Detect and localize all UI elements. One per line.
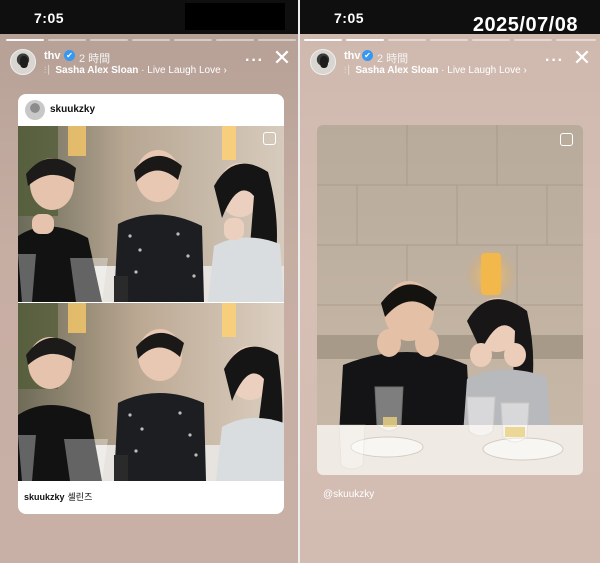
- more-icon[interactable]: ···: [545, 52, 564, 70]
- close-icon[interactable]: ✕: [570, 47, 594, 71]
- progress-segment: [388, 39, 426, 41]
- status-time: 7:05: [334, 10, 365, 26]
- story-progress-bar: [304, 39, 596, 41]
- progress-segment: [346, 39, 384, 41]
- progress-segment: [304, 39, 342, 41]
- date-stamp: 2025/07/08: [472, 14, 578, 36]
- time-ago: 2 時間: [377, 53, 409, 65]
- progress-segment: [514, 39, 552, 41]
- song-separator: ·: [141, 65, 145, 76]
- avatar-figure: [320, 56, 328, 68]
- story-progress-bar: [6, 39, 296, 41]
- music-attribution[interactable]: ⫶⏐ Sasha Alex Sloan · Live Laugh Love ›: [344, 65, 527, 76]
- progress-segment: [556, 39, 596, 41]
- avatar[interactable]: [310, 49, 336, 75]
- song-title: Live Laugh Love: [147, 65, 221, 76]
- status-time: 7:05: [34, 10, 65, 26]
- caption-text: 셀린즈: [67, 492, 93, 502]
- post-avatar[interactable]: [25, 100, 45, 120]
- post-photo: [18, 303, 284, 481]
- progress-segment: [216, 39, 254, 41]
- left-story-panel: 7:05 thv ✔ 2 時間 ⫶⏐ Sasha Alex Sloan · Liv…: [0, 0, 300, 563]
- status-bar: 7:05: [0, 0, 300, 34]
- chevron-right-icon: ›: [523, 65, 527, 76]
- carousel-icon: [263, 132, 276, 145]
- caption-username[interactable]: skuukzky: [24, 492, 65, 502]
- music-icon: ⫶⏐: [344, 65, 352, 75]
- reshared-photo[interactable]: [317, 125, 583, 475]
- song-title: Live Laugh Love: [447, 65, 521, 76]
- chevron-right-icon: ›: [223, 65, 227, 76]
- avatar[interactable]: [10, 49, 36, 75]
- verified-badge-icon: ✔: [362, 50, 373, 61]
- post-caption: skuukzky 셀린즈: [24, 490, 92, 503]
- progress-segment: [174, 39, 212, 41]
- progress-segment: [48, 39, 86, 41]
- progress-segment: [6, 39, 44, 41]
- time-ago: 2 時間: [79, 53, 111, 65]
- story-header: thv ✔ 2 時間 ⫶⏐ Sasha Alex Sloan · Live Lau…: [300, 45, 600, 81]
- carousel-icon: [560, 133, 573, 146]
- verified-badge-icon: ✔: [64, 50, 75, 61]
- progress-segment: [90, 39, 128, 41]
- username[interactable]: thv: [44, 50, 61, 62]
- group-photo-illustration: [18, 303, 284, 481]
- story-header: thv ✔ 2 時間 ⫶⏐ Sasha Alex Sloan · Live Lau…: [0, 45, 300, 81]
- couple-photo-illustration: [317, 125, 583, 475]
- music-attribution[interactable]: ⫶⏐ Sasha Alex Sloan · Live Laugh Love ›: [44, 65, 227, 76]
- progress-segment: [132, 39, 170, 41]
- right-story-panel: 7:05 2025/07/08 thv ✔ 2 時間 ⫶⏐ Sasha Alex …: [300, 0, 600, 563]
- close-icon[interactable]: ✕: [270, 47, 294, 71]
- username[interactable]: thv: [344, 50, 361, 62]
- status-bar: 7:05 2025/07/08: [300, 0, 600, 36]
- status-bar-redaction: [185, 3, 285, 30]
- music-icon: ⫶⏐: [44, 65, 52, 75]
- song-separator: ·: [441, 65, 445, 76]
- post-username[interactable]: skuukzky: [50, 104, 95, 115]
- progress-segment: [430, 39, 468, 41]
- post-photo: [18, 126, 284, 302]
- post-header: skuukzky: [18, 94, 284, 126]
- reshared-post-card[interactable]: skuukzky skuukzky 셀린즈: [18, 94, 284, 514]
- mention-tag[interactable]: @skuukzky: [323, 489, 374, 500]
- song-artist: Sasha Alex Sloan: [55, 65, 139, 76]
- progress-segment: [258, 39, 296, 41]
- song-artist: Sasha Alex Sloan: [355, 65, 439, 76]
- group-photo-illustration: [18, 126, 284, 302]
- progress-segment: [472, 39, 510, 41]
- avatar-figure: [20, 56, 28, 68]
- more-icon[interactable]: ···: [245, 52, 264, 70]
